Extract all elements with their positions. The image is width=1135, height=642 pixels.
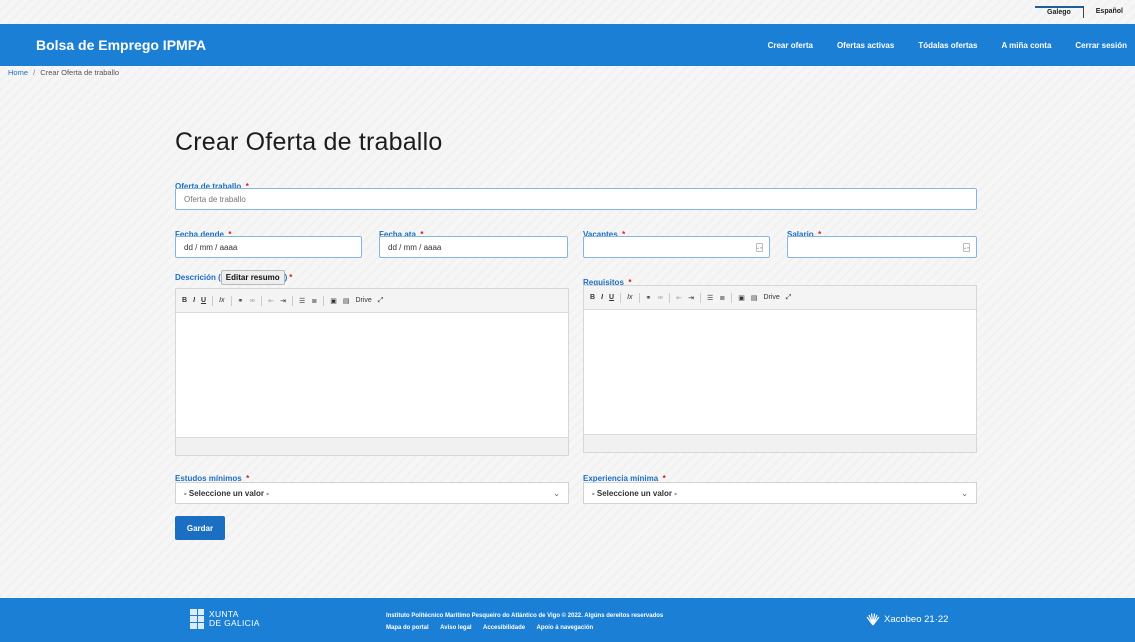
editar-resumo-tooltip: Editar resumo xyxy=(220,270,285,285)
bulleted-list-icon[interactable]: ☰ xyxy=(299,297,305,305)
lang-espanol[interactable]: Español xyxy=(1084,6,1135,18)
numbered-list-icon[interactable]: ≣ xyxy=(311,297,317,305)
unlink-icon[interactable]: ⚮ xyxy=(657,294,663,302)
fecha-dende-input[interactable]: dd / mm / aaaa xyxy=(175,236,362,258)
page-title: Crear Oferta de traballo xyxy=(175,128,443,156)
unlink-icon[interactable]: ⚮ xyxy=(249,297,255,305)
bold-icon[interactable]: B xyxy=(182,297,187,304)
nav-cerrar-sesion[interactable]: Cerrar sesión xyxy=(1075,41,1127,50)
indent-icon[interactable]: ⇥ xyxy=(688,294,694,302)
descricion-toolbar: B I U Ix ⚭ ⚮ ⇤ ⇥ ☰ ≣ ▣ ▤ Drive ⤢ xyxy=(176,289,568,313)
maximize-icon[interactable]: ⤢ xyxy=(786,294,792,302)
drive-icon[interactable]: ▤ xyxy=(751,294,758,302)
nav-ofertas-activas[interactable]: Ofertas activas xyxy=(837,41,894,50)
xacobeo-shell-icon xyxy=(866,613,880,626)
italic-icon[interactable]: I xyxy=(193,297,195,304)
oferta-input[interactable]: Oferta de traballo xyxy=(175,188,977,210)
site-brand[interactable]: Bolsa de Emprego IPMPA xyxy=(36,37,206,53)
top-navbar: Bolsa de Emprego IPMPA Crear oferta Ofer… xyxy=(0,24,1135,66)
experiencia-select[interactable]: - Seleccione un valor - ⌄ xyxy=(583,482,977,504)
underline-icon[interactable]: U xyxy=(609,294,614,301)
nav-mina-conta[interactable]: A miña conta xyxy=(1001,41,1051,50)
link-icon[interactable]: ⚭ xyxy=(238,297,244,305)
xunta-emblem-icon xyxy=(190,609,204,629)
bold-icon[interactable]: B xyxy=(590,294,595,301)
clear-format-icon[interactable]: Ix xyxy=(627,294,632,301)
xacobeo-logo[interactable]: Xacobeo 21·22 xyxy=(866,612,948,626)
requisitos-editor: B I U Ix ⚭ ⚮ ⇤ ⇥ ☰ ≣ ▣ ▤ Drive ⤢ xyxy=(583,285,977,453)
breadcrumb-separator: / xyxy=(33,68,36,77)
image-icon[interactable]: ▣ xyxy=(738,294,745,302)
requisitos-statusbar xyxy=(584,434,976,452)
language-switcher: Galego Español xyxy=(1035,0,1135,24)
breadcrumb-current: Crear Oferta de traballo xyxy=(40,68,120,77)
estudos-select[interactable]: - Seleccione un valor - ⌄ xyxy=(175,482,569,504)
requisitos-body[interactable] xyxy=(584,310,976,430)
underline-icon[interactable]: U xyxy=(201,297,206,304)
drive-label[interactable]: Drive xyxy=(355,297,371,304)
clear-format-icon[interactable]: Ix xyxy=(219,297,224,304)
vacantes-spinner-icon[interactable]: ▲▼ xyxy=(756,243,763,252)
chevron-down-icon: ⌄ xyxy=(553,488,560,498)
breadcrumb: Home / Crear Oferta de traballo xyxy=(8,68,119,77)
chevron-down-icon: ⌄ xyxy=(961,488,968,498)
descricion-statusbar xyxy=(176,437,568,455)
nav-todalas-ofertas[interactable]: Tódalas ofertas xyxy=(918,41,977,50)
salario-input[interactable]: ▲▼ xyxy=(787,236,977,258)
drive-icon[interactable]: ▤ xyxy=(343,297,350,305)
nav-crear-oferta[interactable]: Crear oferta xyxy=(768,41,813,50)
footer-link-accesibilidade[interactable]: Accesibilidade xyxy=(483,625,525,631)
fecha-ata-input[interactable]: dd / mm / aaaa xyxy=(379,236,568,258)
footer-link-mapa[interactable]: Mapa do portal xyxy=(386,625,429,631)
footer-info: Instituto Politécnico Marítimo Pesqueiro… xyxy=(386,610,663,634)
lang-galego[interactable]: Galego xyxy=(1035,6,1083,18)
breadcrumb-home[interactable]: Home xyxy=(8,68,28,77)
salario-spinner-icon[interactable]: ▲▼ xyxy=(963,243,970,252)
outdent-icon[interactable]: ⇤ xyxy=(676,294,682,302)
footer-copyright: Instituto Politécnico Marítimo Pesqueiro… xyxy=(386,613,664,619)
indent-icon[interactable]: ⇥ xyxy=(280,297,286,305)
vacantes-input[interactable]: ▲▼ xyxy=(583,236,770,258)
bulleted-list-icon[interactable]: ☰ xyxy=(707,294,713,302)
page-footer: XUNTA DE GALICIA Instituto Politécnico M… xyxy=(0,598,1135,642)
image-icon[interactable]: ▣ xyxy=(330,297,337,305)
italic-icon[interactable]: I xyxy=(601,294,603,301)
xunta-logo[interactable]: XUNTA DE GALICIA xyxy=(190,609,260,629)
footer-link-apoio[interactable]: Apoio á navegación xyxy=(537,625,594,631)
numbered-list-icon[interactable]: ≣ xyxy=(719,294,725,302)
descricion-body[interactable] xyxy=(176,313,568,433)
descricion-editor: B I U Ix ⚭ ⚮ ⇤ ⇥ ☰ ≣ ▣ ▤ Drive ⤢ xyxy=(175,288,569,456)
descricion-label: Descrición ( Editar resumo ) * xyxy=(175,270,292,285)
drive-label[interactable]: Drive xyxy=(763,294,779,301)
main-nav: Crear oferta Ofertas activas Tódalas ofe… xyxy=(768,41,1127,50)
maximize-icon[interactable]: ⤢ xyxy=(378,297,384,305)
footer-links: Mapa do portal Aviso legal Accesibilidad… xyxy=(386,622,663,634)
requisitos-toolbar: B I U Ix ⚭ ⚮ ⇤ ⇥ ☰ ≣ ▣ ▤ Drive ⤢ xyxy=(584,286,976,310)
footer-link-aviso[interactable]: Aviso legal xyxy=(440,625,471,631)
gardar-button[interactable]: Gardar xyxy=(175,516,225,540)
link-icon[interactable]: ⚭ xyxy=(646,294,652,302)
outdent-icon[interactable]: ⇤ xyxy=(268,297,274,305)
create-offer-form: Crear Oferta de traballo Oferta de traba… xyxy=(175,128,977,540)
